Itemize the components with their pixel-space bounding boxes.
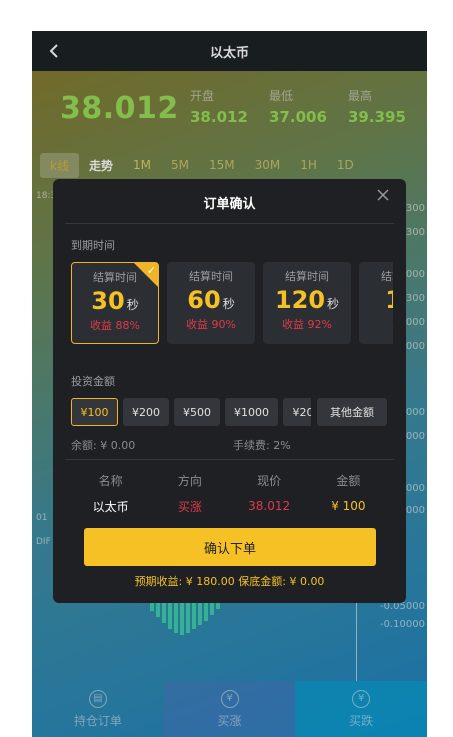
card-unit: 秒	[327, 297, 340, 311]
order-confirm-dialog: 订单确认 到期时间 结算时间 30 秒 收益 88% ✓ 结算时间 60 秒 收益 …	[53, 179, 406, 603]
header-name: 名称	[98, 473, 123, 488]
amount-500[interactable]: ¥500	[174, 398, 220, 426]
value-direction: 买涨	[177, 499, 202, 514]
table-row: 以太币 买涨 38.012 ¥ 100	[71, 493, 388, 519]
header-amount: 金额	[336, 473, 361, 488]
card-value: 30 秒	[72, 287, 158, 315]
value-amount: ¥ 100	[331, 499, 366, 513]
card-label: 结算时间	[189, 270, 233, 283]
close-button[interactable]	[376, 187, 394, 205]
header-price: 现价	[257, 473, 282, 488]
card-number: 60	[187, 286, 221, 314]
card-value: 60 秒	[167, 286, 255, 314]
card-label: 结算时间	[285, 270, 329, 283]
card-profit: 收益	[359, 316, 393, 332]
expiry-options: 结算时间 30 秒 收益 88% ✓ 结算时间 60 秒 收益 90% 结算时间 1…	[71, 262, 393, 344]
expected-return-text: 预期收益: ¥ 180.00 保底金额: ¥ 0.00	[134, 575, 325, 588]
check-icon: ✓	[146, 264, 156, 277]
card-unit: 秒	[126, 298, 139, 312]
table-header: 名称 方向 现价 金额	[71, 467, 388, 493]
expiry-card-60[interactable]: 结算时间 60 秒 收益 90%	[167, 262, 255, 344]
card-profit: 收益 90%	[186, 318, 236, 331]
amount-1000[interactable]: ¥1000	[225, 398, 278, 426]
divider	[65, 459, 394, 460]
amount-200[interactable]: ¥200	[123, 398, 169, 426]
confirm-order-button[interactable]: 确认下单	[84, 528, 376, 566]
card-profit: 收益 88%	[90, 319, 140, 332]
card-number: 120	[274, 286, 326, 314]
expiry-label: 到期时间	[71, 239, 115, 252]
header-direction: 方向	[177, 473, 202, 488]
dialog-title: 订单确认	[203, 197, 256, 212]
amount-2000[interactable]: ¥20	[283, 398, 311, 426]
value-price: 38.012	[248, 499, 291, 513]
expiry-card-180[interactable]: 结算时间 18 收益	[359, 262, 393, 344]
other-amount-button[interactable]: 其他金额	[317, 398, 387, 426]
balance-text: 余额: ¥ 0.00	[71, 439, 136, 452]
card-unit: 秒	[222, 297, 235, 311]
card-label: 结算时间	[381, 270, 393, 283]
expiry-card-120[interactable]: 结算时间 120 秒 收益 92%	[263, 262, 351, 344]
card-number: 30	[91, 287, 125, 315]
amount-options: ¥100 ¥200 ¥500 ¥1000 ¥20	[71, 398, 311, 426]
divider	[65, 223, 394, 224]
order-summary-table: 名称 方向 现价 金额 以太币 买涨 38.012 ¥ 100	[71, 467, 388, 519]
card-value: 18	[359, 286, 393, 314]
fee-text: 手续费: 2%	[233, 439, 291, 452]
card-value: 120 秒	[263, 286, 351, 314]
value-name: 以太币	[92, 499, 129, 514]
expiry-card-30[interactable]: 结算时间 30 秒 收益 88% ✓	[71, 262, 159, 344]
invest-label: 投资金额	[71, 375, 115, 388]
card-number: 18	[385, 286, 393, 314]
close-icon	[377, 189, 389, 201]
amount-100[interactable]: ¥100	[71, 398, 118, 426]
card-profit: 收益 92%	[282, 318, 332, 331]
